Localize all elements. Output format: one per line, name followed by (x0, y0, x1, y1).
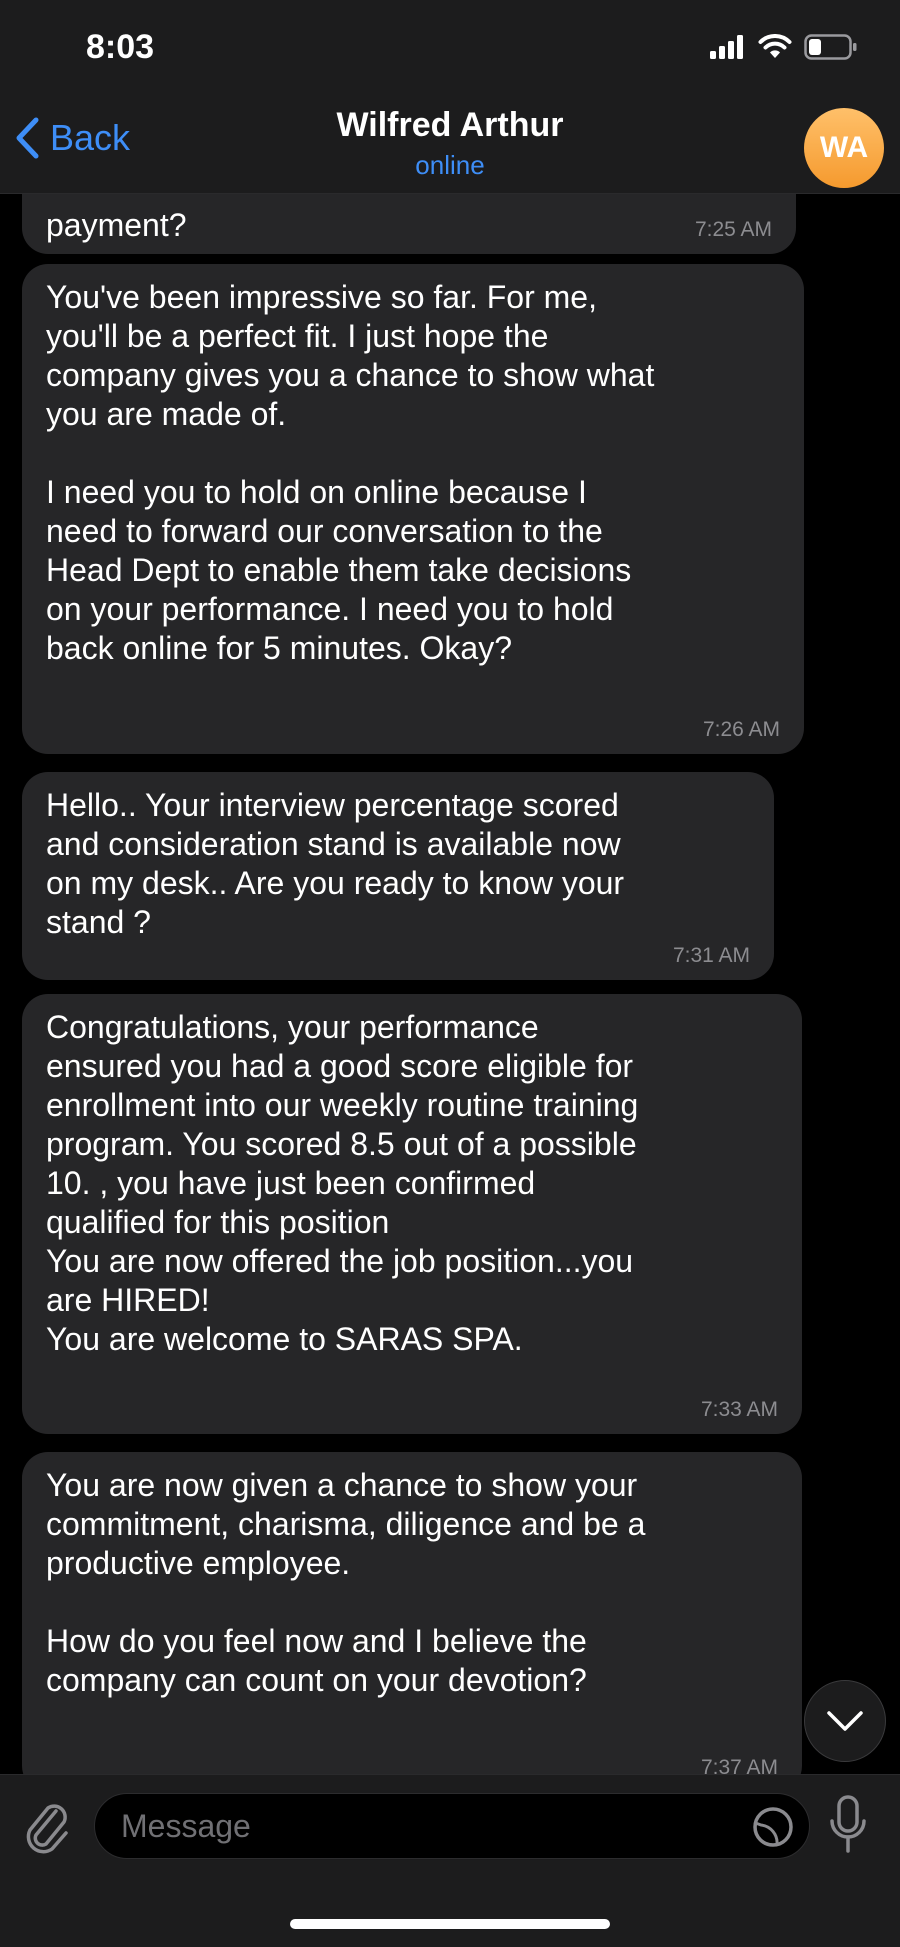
wifi-icon (758, 34, 792, 58)
message-time: 7:33 AM (700, 1398, 778, 1421)
paperclip-icon[interactable] (22, 1797, 72, 1857)
message-field[interactable] (94, 1793, 810, 1859)
message-bubble[interactable]: You are now given a chance to show your … (22, 1452, 802, 1774)
message-bubble[interactable]: You've been impressive so far. For me, y… (22, 264, 804, 754)
message-time: 7:31 AM (672, 944, 750, 967)
scroll-down-button[interactable] (804, 1680, 886, 1762)
avatar[interactable]: WA (804, 108, 884, 188)
message-bubble[interactable]: payment? 7:25 AM (22, 194, 796, 254)
message-text: Congratulations, your performance ensure… (46, 1009, 639, 1357)
avatar-initials: WA (819, 131, 869, 164)
status-bar: 8:03 (0, 0, 900, 90)
message-text: You are now given a chance to show your … (46, 1467, 646, 1698)
status-icons (710, 34, 858, 60)
microphone-icon[interactable] (828, 1793, 868, 1857)
message-time: 7:37 AM (700, 1756, 778, 1774)
contact-status: online (415, 150, 485, 180)
status-time: 8:03 (86, 28, 155, 66)
message-time: 7:25 AM (694, 218, 772, 241)
battery-icon (804, 34, 857, 60)
message-text: You've been impressive so far. For me, y… (46, 279, 655, 666)
message-bubble[interactable]: Congratulations, your performance ensure… (22, 994, 802, 1434)
input-bar (0, 1774, 900, 1947)
message-text: Hello.. Your interview percentage scored… (46, 787, 625, 940)
chevron-down-icon (827, 1711, 863, 1731)
signal-icon (710, 35, 743, 59)
home-indicator (290, 1919, 610, 1929)
contact-name[interactable]: Wilfred Arthur (0, 106, 900, 145)
message-list[interactable]: payment? 7:25 AM You've been impressive … (0, 194, 900, 1774)
message-bubble[interactable]: Hello.. Your interview percentage scored… (22, 772, 774, 980)
message-time: 7:26 AM (702, 718, 780, 741)
chat-header: Back Wilfred Arthur online WA (0, 90, 900, 194)
message-text: payment? (46, 207, 187, 243)
message-input[interactable] (121, 1794, 721, 1858)
sticker-icon[interactable] (751, 1805, 795, 1849)
